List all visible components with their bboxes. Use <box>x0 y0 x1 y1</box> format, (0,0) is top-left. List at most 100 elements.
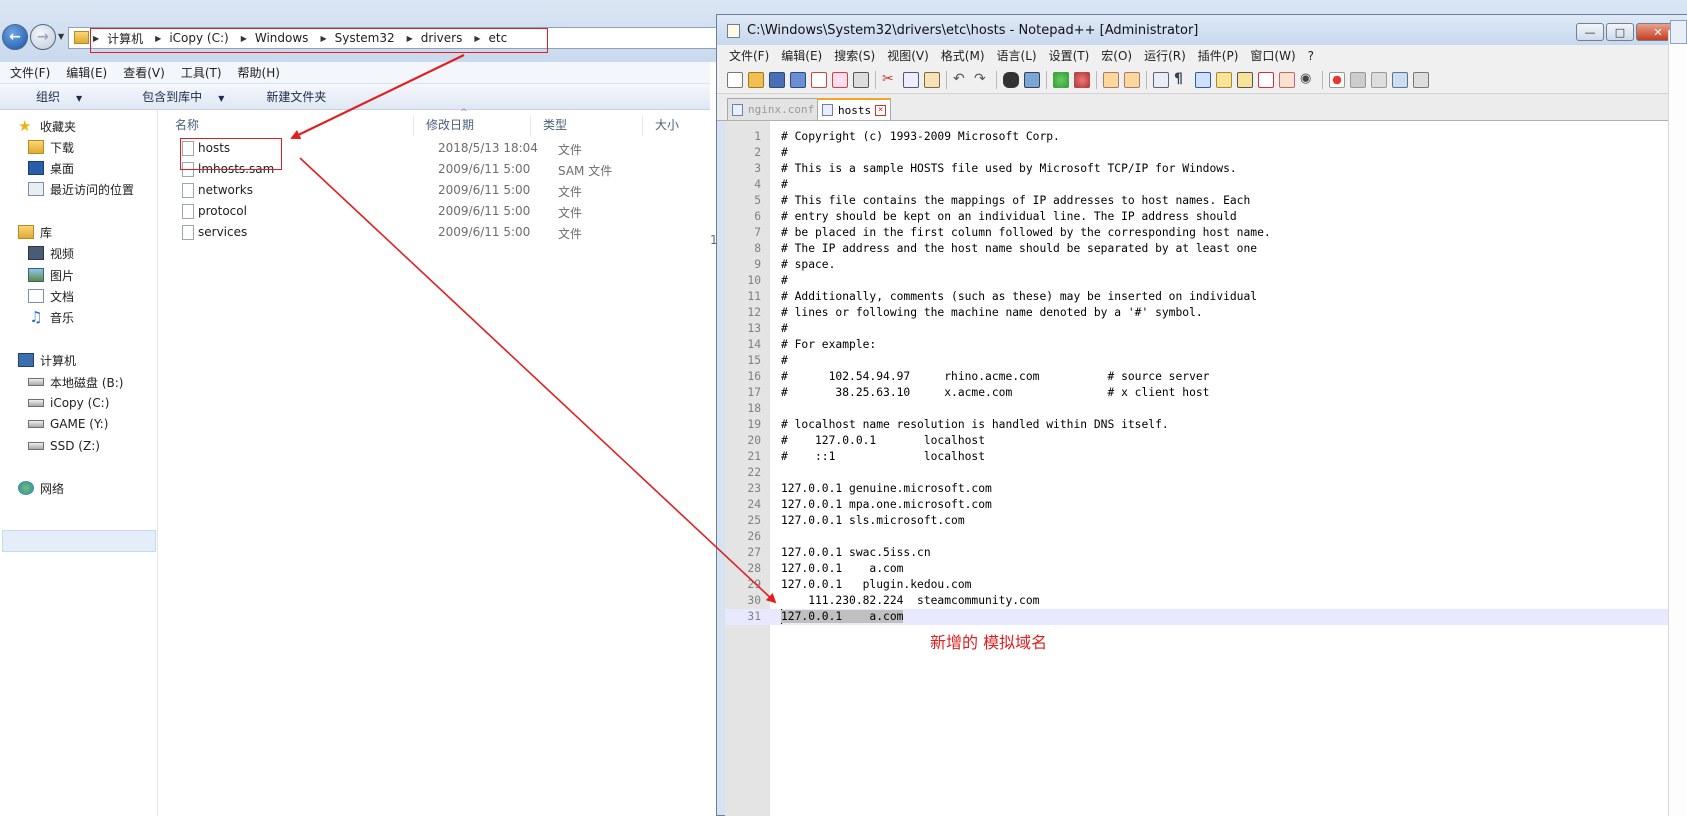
cut-icon[interactable]: ✂ <box>882 72 898 88</box>
menu-edit[interactable]: 编辑(E) <box>66 64 107 81</box>
code-line[interactable]: 24 127.0.0.1 mpa.one.microsoft.com <box>725 497 1677 513</box>
code-line[interactable]: 22 <box>725 465 1677 481</box>
save-macro-icon[interactable] <box>1413 72 1429 88</box>
include-in-library-button[interactable]: 包含到库中 ▼ <box>124 88 236 105</box>
back-arrow-icon[interactable]: ← <box>2 24 28 50</box>
nav-downloads[interactable]: 下载 <box>28 137 74 157</box>
doc-map-icon[interactable] <box>1237 72 1253 88</box>
code-line[interactable]: 27 127.0.0.1 swac.5iss.cn <box>725 545 1677 561</box>
close-all-icon[interactable] <box>832 72 848 88</box>
folder-as-workspace-icon[interactable] <box>1279 72 1295 88</box>
record-macro-icon[interactable] <box>1329 72 1345 88</box>
npp-menu-edit[interactable]: 编辑(E) <box>781 47 822 64</box>
paste-icon[interactable] <box>924 72 940 88</box>
menu-file[interactable]: 文件(F) <box>10 64 50 81</box>
column-date[interactable]: 修改日期 <box>413 116 474 136</box>
code-line[interactable]: 4 # <box>725 177 1677 193</box>
npp-menu-search[interactable]: 搜索(S) <box>834 47 875 64</box>
file-row-protocol[interactable]: protocol 2009/6/11 5:00 文件 <box>178 201 718 222</box>
npp-menu-file[interactable]: 文件(F) <box>729 47 769 64</box>
stop-recording-icon[interactable] <box>1350 72 1366 88</box>
forward-arrow-icon[interactable]: → <box>30 24 56 50</box>
npp-menu-language[interactable]: 语言(L) <box>997 47 1037 64</box>
code-line[interactable]: 8 # The IP address and the host name shou… <box>725 241 1677 257</box>
npp-menu-settings[interactable]: 设置(T) <box>1049 47 1090 64</box>
code-line[interactable]: 9 # space. <box>725 257 1677 273</box>
show-all-characters-icon[interactable]: ¶ <box>1174 72 1190 88</box>
nav-favorites[interactable]: ★ 收藏夹 <box>18 116 76 136</box>
nav-music[interactable]: ♫ 音乐 <box>28 307 74 327</box>
user-language-icon[interactable] <box>1216 72 1232 88</box>
npp-menu-view[interactable]: 视图(V) <box>887 47 929 64</box>
code-line[interactable]: 12 # lines or following the machine name … <box>725 305 1677 321</box>
close-file-icon[interactable] <box>811 72 827 88</box>
nav-libraries[interactable]: 库 <box>18 222 52 242</box>
minimize-button[interactable]: — <box>1576 23 1604 41</box>
code-line[interactable]: 18 <box>725 401 1677 417</box>
new-file-icon[interactable] <box>727 72 743 88</box>
nav-drive-c[interactable]: iCopy (C:) <box>28 393 109 413</box>
code-line[interactable]: 10 # <box>725 273 1677 289</box>
function-list-icon[interactable] <box>1258 72 1274 88</box>
word-wrap-icon[interactable] <box>1153 72 1169 88</box>
code-line[interactable]: 21 # ::1 localhost <box>725 449 1677 465</box>
editor-area[interactable]: 1 # Copyright (c) 1993-2009 Microsoft Cor… <box>725 121 1677 816</box>
play-macro-icon[interactable] <box>1371 72 1387 88</box>
menu-view[interactable]: 查看(V) <box>123 64 165 81</box>
nav-drive-y[interactable]: GAME (Y:) <box>28 414 108 434</box>
npp-menu-help[interactable]: ? <box>1308 49 1314 63</box>
code-line[interactable]: 15 # <box>725 353 1677 369</box>
run-macro-multiple-icon[interactable] <box>1392 72 1408 88</box>
code-line[interactable]: 16 # 102.54.94.97 rhino.acme.com # source… <box>725 369 1677 385</box>
code-line[interactable]: 13 # <box>725 321 1677 337</box>
tab-hosts[interactable]: hosts × <box>817 98 892 120</box>
copy-icon[interactable] <box>903 72 919 88</box>
file-row-networks[interactable]: networks 2009/6/11 5:00 文件 <box>178 180 718 201</box>
menu-help[interactable]: 帮助(H) <box>238 64 280 81</box>
zoom-out-icon[interactable] <box>1074 72 1090 88</box>
save-all-icon[interactable] <box>790 72 806 88</box>
sync-horizontal-icon[interactable] <box>1124 72 1140 88</box>
code-line[interactable]: 6 # entry should be kept on an individual… <box>725 209 1677 225</box>
replace-icon[interactable] <box>1024 72 1040 88</box>
undo-icon[interactable]: ↶ <box>953 72 969 88</box>
code-line[interactable]: 5 # This file contains the mappings of IP… <box>725 193 1677 209</box>
nav-documents[interactable]: 文档 <box>28 286 74 306</box>
find-icon[interactable] <box>1003 72 1019 88</box>
code-line[interactable]: 3 # This is a sample HOSTS file used by M… <box>725 161 1677 177</box>
zoom-in-icon[interactable] <box>1053 72 1069 88</box>
maximize-button[interactable]: □ <box>1606 23 1634 41</box>
column-size[interactable]: 大小 <box>642 116 679 136</box>
menu-tools[interactable]: 工具(T) <box>181 64 222 81</box>
code-line[interactable]: 31 127.0.0.1 a.com <box>725 609 1677 625</box>
code-line[interactable]: 20 # 127.0.0.1 localhost <box>725 433 1677 449</box>
save-icon[interactable] <box>769 72 785 88</box>
indent-guide-icon[interactable] <box>1195 72 1211 88</box>
code-line[interactable]: 28 127.0.0.1 a.com <box>725 561 1677 577</box>
nav-videos[interactable]: 视频 <box>28 243 74 263</box>
new-folder-button[interactable]: 新建文件夹 <box>266 88 326 105</box>
nav-computer[interactable]: 计算机 <box>18 350 76 370</box>
npp-menu-run[interactable]: 运行(R) <box>1144 47 1186 64</box>
close-tab-icon[interactable]: × <box>875 104 887 116</box>
recent-pages-dropdown-icon[interactable]: ▼ <box>58 32 64 41</box>
nav-network[interactable]: 网络 <box>18 478 64 498</box>
npp-menu-macro[interactable]: 宏(O) <box>1101 47 1132 64</box>
nav-recent[interactable]: 最近访问的位置 <box>28 179 134 199</box>
code-line[interactable]: 26 <box>725 529 1677 545</box>
print-icon[interactable] <box>853 72 869 88</box>
monitoring-icon[interactable]: ◉ <box>1300 72 1316 88</box>
column-name[interactable]: 名称 <box>163 116 199 136</box>
code-line[interactable]: 2 # <box>725 145 1677 161</box>
npp-menu-format[interactable]: 格式(M) <box>941 47 985 64</box>
code-line[interactable]: 17 # 38.25.63.10 x.acme.com # x client ho… <box>725 385 1677 401</box>
nav-drive-b[interactable]: 本地磁盘 (B:) <box>28 372 123 392</box>
open-file-icon[interactable] <box>748 72 764 88</box>
code-line[interactable]: 7 # be placed in the first column followe… <box>725 225 1677 241</box>
code-line[interactable]: 1 # Copyright (c) 1993-2009 Microsoft Cor… <box>725 129 1677 145</box>
organize-button[interactable]: 组织 ▼ <box>18 88 94 105</box>
code-line[interactable]: 29 127.0.0.1 plugin.kedou.com <box>725 577 1677 593</box>
nav-drive-z[interactable]: SSD (Z:) <box>28 436 100 456</box>
code-line[interactable]: 30 111.230.82.224 steamcommunity.com <box>725 593 1677 609</box>
column-type[interactable]: 类型 <box>530 116 567 136</box>
